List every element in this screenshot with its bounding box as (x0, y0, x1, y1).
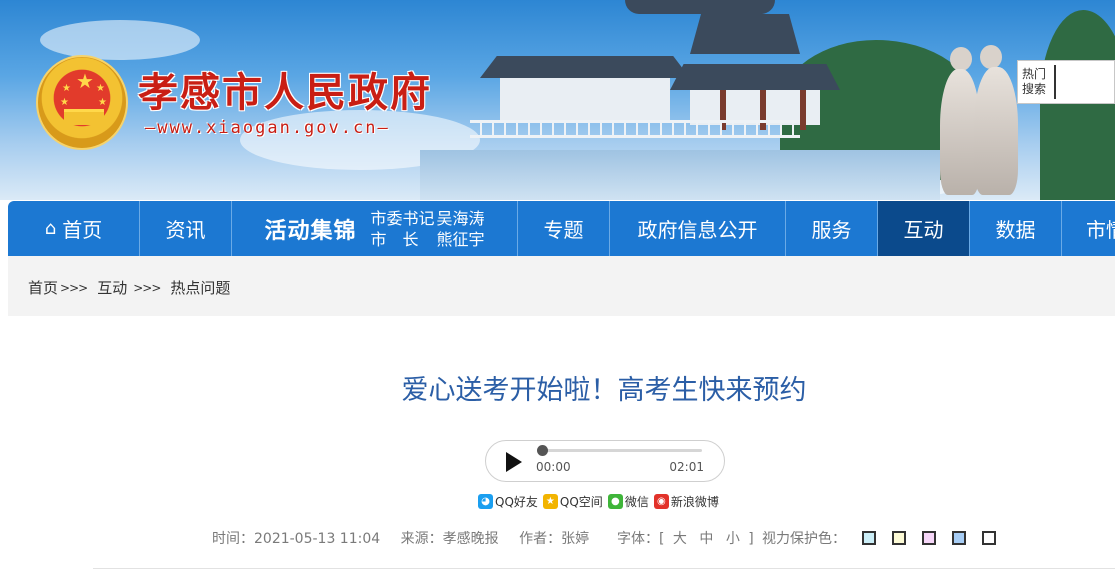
swatch-pink[interactable] (922, 531, 936, 545)
font-size-small[interactable]: 小 (726, 531, 740, 547)
article-title: 爱心送考开始啦！高考生快来预约 (401, 375, 807, 406)
railing-decoration (470, 120, 800, 138)
leader-name[interactable]: 吴海涛 (437, 208, 485, 229)
breadcrumb-separator: >>> (60, 280, 88, 295)
audio-current-time: 00:00 (536, 460, 571, 474)
audio-duration: 02:01 (669, 460, 704, 474)
breadcrumb: 首页 >>> 互动 >>> 热点问题 (28, 277, 230, 298)
nav-item-services[interactable]: 服务 (786, 201, 878, 256)
font-size-large[interactable]: 大 (673, 531, 687, 547)
font-size-label: 字体：[ (617, 531, 665, 547)
play-icon[interactable] (506, 452, 522, 472)
share-label: 新浪微博 (670, 495, 719, 509)
search-box[interactable]: 热门搜索 (1017, 60, 1115, 104)
nav-item-news[interactable]: 资讯 (140, 201, 232, 256)
audio-progress-bar[interactable] (537, 445, 702, 456)
share-label: 微信 (624, 495, 649, 509)
font-size-close: ] (748, 531, 754, 547)
breadcrumb-separator: >>> (133, 280, 161, 295)
site-url[interactable]: —www.xiaogan.gov.cn— (145, 118, 390, 138)
swatch-blue[interactable] (952, 531, 966, 545)
font-size-medium[interactable]: 中 (699, 531, 713, 547)
audio-progress-thumb[interactable] (537, 445, 548, 456)
nav-item-label: 专题 (543, 218, 584, 242)
leader-role: 市长 (370, 229, 435, 249)
breadcrumb-hot-issues[interactable]: 热点问题 (170, 277, 230, 298)
nav-item-interaction[interactable]: 互动 (878, 201, 970, 256)
vision-label: 视力保护色： (762, 531, 846, 547)
header-banner: ★ ★ ★ ★ ★ 孝感市人民政府 —www.xiaogan.gov.cn— 热… (0, 0, 1115, 200)
site-title[interactable]: 孝感市人民政府 (138, 60, 432, 118)
article-source: 来源：孝感晚报 (400, 531, 499, 547)
share-wechat[interactable]: ● 微信 (607, 493, 649, 510)
audio-player: 00:00 02:01 (485, 440, 725, 482)
main-nav: ⌂ 首页 资讯 活动集锦 市委书记 吴海涛 市长 熊征宇 专题 政府信息公开 服… (8, 201, 1115, 256)
nav-item-label: 数据 (995, 218, 1036, 242)
leader-role: 市委书记 (370, 208, 435, 228)
nav-item-label: 政府信息公开 (637, 218, 758, 242)
nav-item-data[interactable]: 数据 (970, 201, 1062, 256)
leader-name[interactable]: 熊征宇 (437, 229, 485, 250)
breadcrumb-bar: 首页 >>> 互动 >>> 热点问题 (8, 256, 1115, 316)
share-label: QQ好友 (495, 495, 538, 509)
home-icon: ⌂ (44, 218, 57, 239)
vision-color-control: 视力保护色： (762, 528, 996, 548)
content-divider (93, 568, 1115, 569)
nav-item-label: 互动 (903, 218, 944, 242)
statue-image (930, 45, 1025, 195)
nav-item-label: 首页 (62, 218, 103, 242)
share-label: QQ空间 (559, 495, 603, 509)
nav-item-label: 资讯 (165, 218, 206, 242)
article-author: 作者：张婷 (519, 531, 590, 547)
qzone-icon: ★ (542, 494, 558, 509)
cloud-decoration (40, 20, 200, 60)
share-bar: ◕ QQ好友 ★ QQ空间 ● 微信 ◉ 新浪微博 (478, 493, 722, 510)
weibo-icon: ◉ (653, 494, 669, 509)
swatch-white[interactable] (982, 531, 996, 545)
nav-item-topics[interactable]: 专题 (518, 201, 610, 256)
swatch-yellow[interactable] (892, 531, 906, 545)
share-weibo[interactable]: ◉ 新浪微博 (653, 493, 719, 510)
search-input-cursor[interactable] (1054, 65, 1056, 99)
nav-item-label: 服务 (811, 218, 852, 242)
share-qzone[interactable]: ★ QQ空间 (542, 493, 603, 510)
qq-icon: ◕ (478, 494, 493, 509)
publish-time: 时间：2021-05-13 11:04 (212, 531, 381, 547)
leader-list: 市委书记 吴海涛 市长 熊征宇 (371, 208, 485, 250)
swatch-cyan[interactable] (862, 531, 876, 545)
hot-search-label[interactable]: 热门搜索 (1022, 67, 1052, 97)
nav-item-home[interactable]: ⌂ 首页 (8, 201, 140, 256)
wechat-icon: ● (607, 494, 623, 509)
national-emblem-logo: ★ ★ ★ ★ ★ (36, 55, 128, 150)
nav-item-city-info[interactable]: 市情 (1062, 201, 1115, 256)
article-meta: 时间：2021-05-13 11:04 来源：孝感晚报 作者：张婷 (212, 528, 605, 548)
nav-item-gov-info[interactable]: 政府信息公开 (610, 201, 786, 256)
font-size-control: 字体：[ 大 中 小 ] (617, 528, 754, 548)
activities-title: 活动集锦 (264, 218, 357, 244)
lake-decoration (420, 150, 940, 200)
breadcrumb-interaction[interactable]: 互动 (97, 277, 127, 298)
nav-item-activities[interactable]: 活动集锦 市委书记 吴海涛 市长 熊征宇 (232, 201, 518, 256)
share-qq-friend[interactable]: ◕ QQ好友 (478, 493, 538, 510)
breadcrumb-home[interactable]: 首页 (28, 277, 58, 298)
tree-hill-decoration (1040, 10, 1115, 200)
nav-item-label: 市情 (1086, 218, 1115, 242)
